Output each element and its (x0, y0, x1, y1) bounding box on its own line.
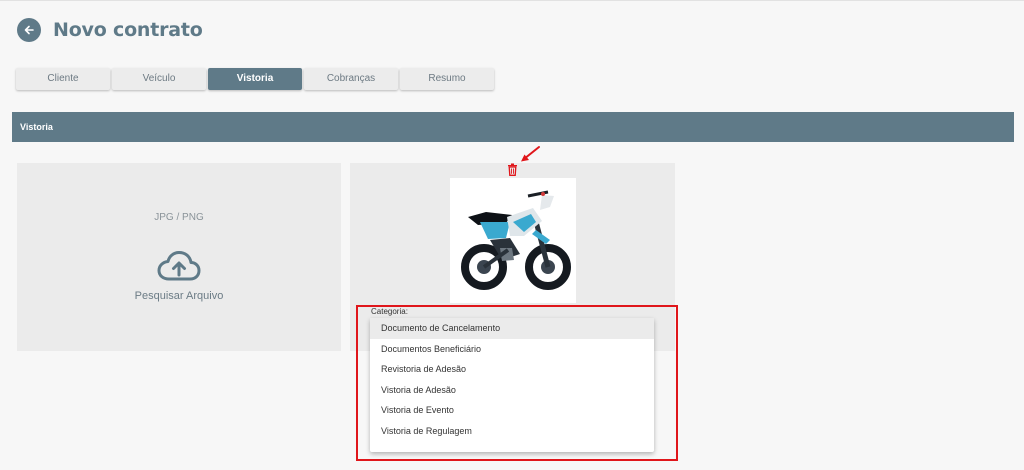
tab-vistoria[interactable]: Vistoria (208, 68, 302, 90)
tab-cobrancas[interactable]: Cobranças (304, 68, 398, 90)
upload-formats: JPG / PNG (154, 212, 204, 223)
cloud-upload-icon (157, 251, 201, 281)
annotation-arrow-icon (521, 146, 540, 162)
tab-bar: Cliente Veículo Vistoria Cobranças Resum… (16, 68, 494, 90)
section-header: Vistoria (12, 112, 1014, 142)
back-button[interactable] (17, 18, 41, 42)
trash-icon[interactable] (507, 163, 518, 176)
page-title: Novo contrato (53, 19, 203, 41)
dirt-bike-image (461, 190, 571, 290)
category-option[interactable]: Documento de Cancelamento (370, 318, 654, 339)
category-dropdown: Documento de Cancelamento Documentos Ben… (370, 318, 654, 452)
dirt-bike-photo (450, 178, 576, 303)
category-option[interactable]: Vistoria de Evento (370, 400, 654, 421)
tab-resumo[interactable]: Resumo (400, 68, 494, 90)
tab-veiculo[interactable]: Veículo (112, 68, 206, 90)
search-file-label: Pesquisar Arquivo (134, 290, 224, 302)
category-option[interactable]: Vistoria de Regulagem (370, 421, 654, 442)
tab-cliente[interactable]: Cliente (16, 68, 110, 90)
category-option[interactable]: Revistoria de Adesão (370, 359, 654, 380)
arrow-left-icon (24, 25, 34, 35)
category-option[interactable]: Vistoria de Adesão (370, 380, 654, 401)
category-option[interactable]: Documentos Beneficiário (370, 339, 654, 360)
file-upload-dropzone[interactable]: JPG / PNG Pesquisar Arquivo (17, 163, 341, 351)
top-divider (0, 0, 1024, 1)
category-label: Categoria: (371, 307, 408, 316)
